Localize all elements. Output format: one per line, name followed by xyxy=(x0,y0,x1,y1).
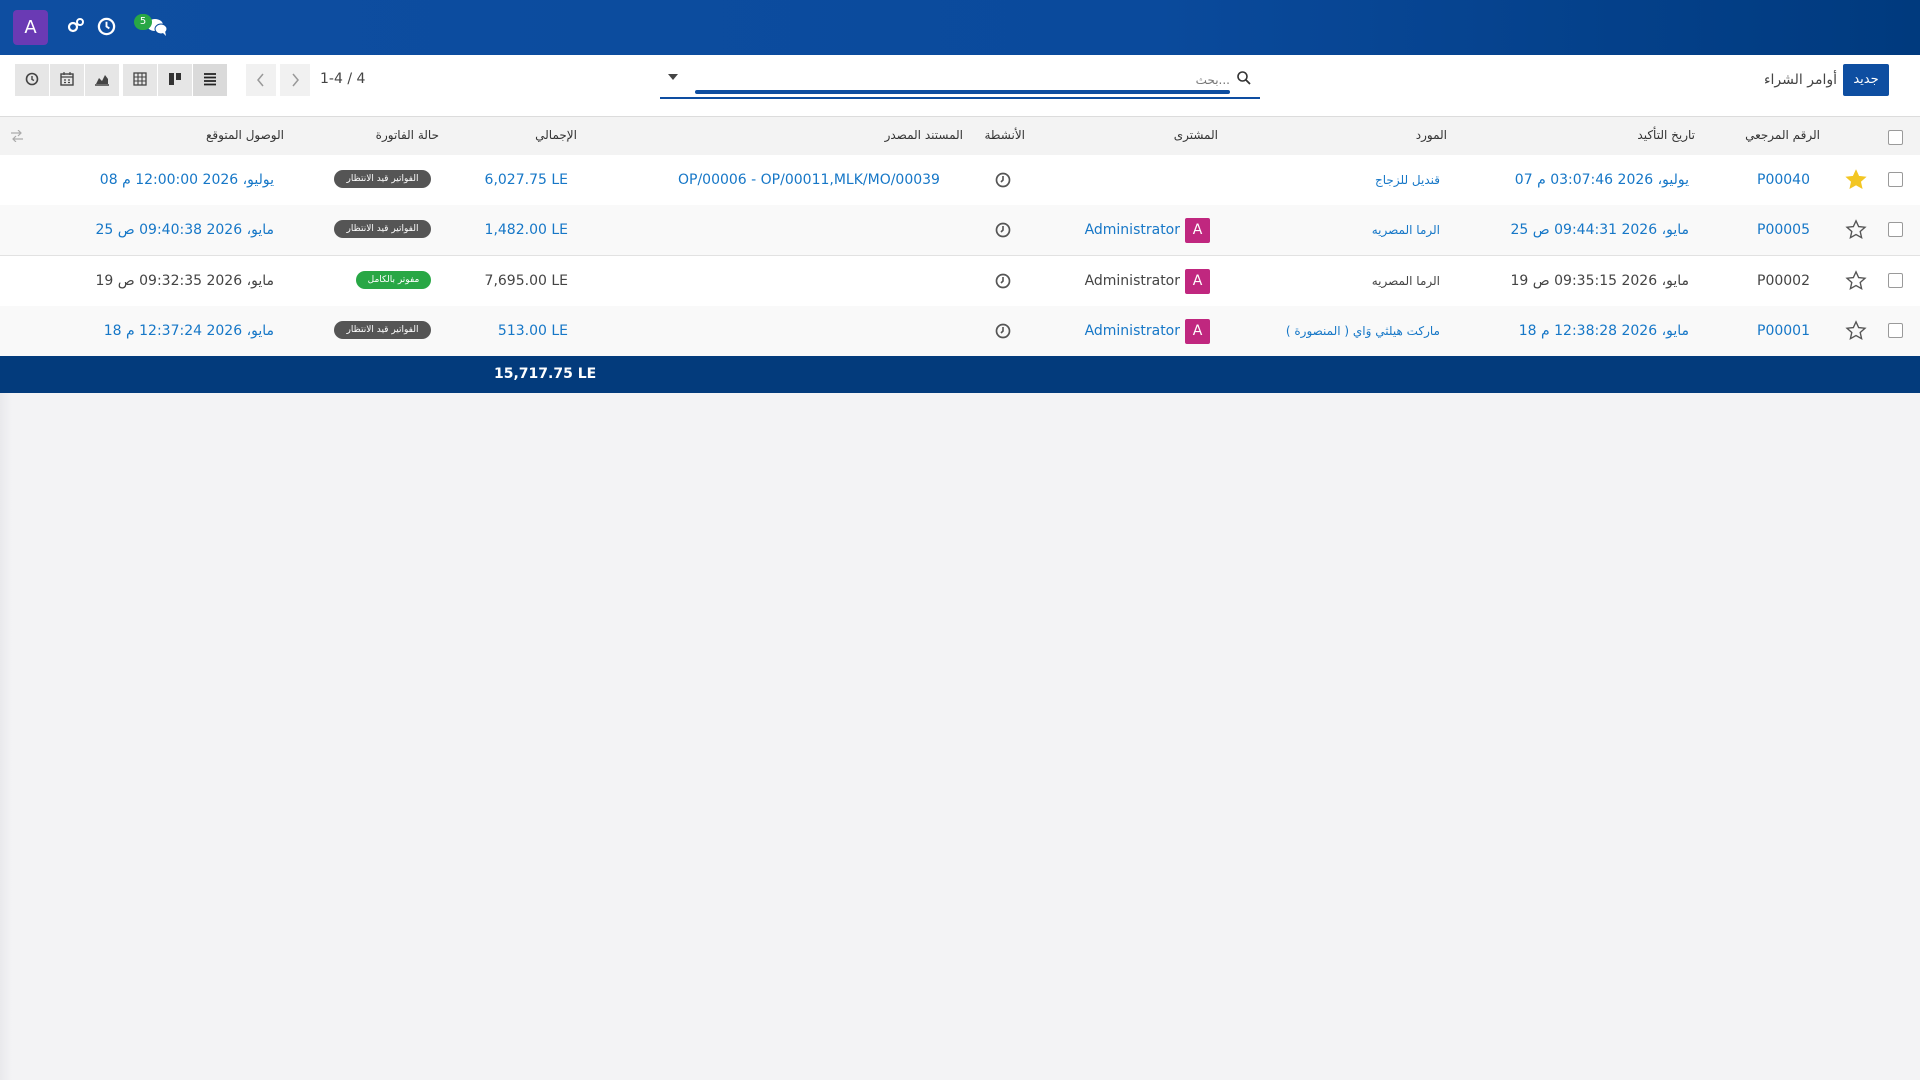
star-outline-icon[interactable] xyxy=(1845,219,1867,241)
pager-previous-button[interactable] xyxy=(246,64,276,96)
chevron-right-icon xyxy=(292,73,299,87)
graph-view-button[interactable] xyxy=(85,64,119,96)
cell-buyer: Administrator xyxy=(1084,222,1180,238)
graph-view-icon xyxy=(95,75,109,86)
search-facet-bar xyxy=(695,90,1230,94)
cell-expected-arrival: 19 مايو، 2026 09:32:35 ص xyxy=(95,273,274,289)
cell-buyer: Administrator xyxy=(1084,323,1180,339)
chevron-left-icon xyxy=(257,73,264,87)
header-confirm-date[interactable]: تاريخ التأكيد xyxy=(1637,128,1695,142)
header-source[interactable]: المستند المصدر xyxy=(885,128,963,142)
cell-total: 6,027.75 LE xyxy=(484,172,568,188)
filter-dropdown-toggle[interactable] xyxy=(668,74,678,80)
table-footer: 15,717.75 LE xyxy=(0,356,1920,393)
breadcrumb: أوامر الشراء xyxy=(1763,72,1837,88)
list-view-button[interactable] xyxy=(193,64,227,96)
messages-count-badge: 5 xyxy=(134,14,152,30)
cell-buyer: Administrator xyxy=(1084,273,1180,289)
cell-ref: P00040 xyxy=(1757,172,1810,188)
cell-vendor: ماركت هيلثي وَاي ( المنصورة ) xyxy=(1285,324,1440,338)
star-filled-icon[interactable] xyxy=(1845,169,1867,191)
top-navbar: A 5 xyxy=(0,0,1920,55)
status-badge: الفواتير قيد الانتظار xyxy=(334,170,431,188)
header-ref[interactable]: الرقم المرجعي xyxy=(1745,128,1820,142)
activity-clock-icon[interactable] xyxy=(994,221,1012,239)
select-all-checkbox[interactable] xyxy=(1888,130,1903,145)
status-badge: الفواتير قيد الانتظار xyxy=(334,321,431,339)
cell-confirm-date: 19 مايو، 2026 09:35:15 ص xyxy=(1510,273,1689,289)
table-row[interactable]: P00002 19 مايو، 2026 09:35:15 ص الرما المص… xyxy=(0,256,1920,307)
cell-confirm-date: 25 مايو، 2026 09:44:31 ص xyxy=(1510,222,1689,238)
settings-icon[interactable] xyxy=(67,17,85,40)
new-button[interactable]: جديد xyxy=(1843,64,1889,96)
cell-total: 7,695.00 LE xyxy=(484,273,568,289)
user-avatar[interactable]: A xyxy=(13,10,48,45)
status-badge: مفوتر بالكامل xyxy=(356,271,431,289)
list-view-icon xyxy=(204,73,216,86)
clock-icon[interactable] xyxy=(97,17,116,41)
row-checkbox[interactable] xyxy=(1888,323,1903,338)
cell-source: OP/00006 - OP/00011,MLK/MO/00039 xyxy=(678,172,940,188)
cell-expected-arrival: 25 مايو، 2026 09:40:38 ص xyxy=(95,222,274,238)
cell-ref: P00002 xyxy=(1757,273,1810,289)
search-icon xyxy=(1237,71,1251,85)
star-outline-icon[interactable] xyxy=(1845,320,1867,342)
footer-total: 15,717.75 LE xyxy=(494,366,597,382)
star-outline-icon[interactable] xyxy=(1845,270,1867,292)
search-box xyxy=(660,67,1260,99)
table-header: الرقم المرجعي تاريخ التأكيد المورد المشت… xyxy=(0,117,1920,156)
cell-vendor: قنديل للزجاج xyxy=(1375,173,1440,187)
buyer-avatar: A xyxy=(1185,269,1210,294)
pager-value[interactable]: 1-4 / 4 xyxy=(320,71,365,87)
cell-confirm-date: 07 يوليو، 2026 03:07:46 م xyxy=(1514,172,1689,188)
calendar-view-icon xyxy=(60,72,74,86)
left-edge-shadow xyxy=(0,393,12,1080)
header-buyer[interactable]: المشترى xyxy=(1174,128,1218,142)
pivot-view-icon xyxy=(133,72,147,86)
calendar-view-button[interactable] xyxy=(50,64,84,96)
cell-expected-arrival: 18 مايو، 2026 12:37:24 م xyxy=(103,323,274,339)
optional-columns-icon[interactable] xyxy=(10,130,24,142)
cell-expected-arrival: 08 يوليو، 2026 12:00:00 م xyxy=(99,172,274,188)
header-invoice-status[interactable]: حالة الفاتورة xyxy=(376,128,439,142)
activity-clock-icon[interactable] xyxy=(994,272,1012,290)
cell-vendor: الرما المصريه xyxy=(1371,223,1440,237)
status-badge: الفواتير قيد الانتظار xyxy=(334,220,431,238)
pager-next-button[interactable] xyxy=(280,64,310,96)
kanban-view-button[interactable] xyxy=(158,64,192,96)
control-panel: 1-4 / 4 أوامر الشراء جديد xyxy=(0,55,1920,117)
header-activities[interactable]: الأنشطة xyxy=(985,128,1026,142)
table-row[interactable]: P00040 07 يوليو، 2026 03:07:46 م قنديل للز… xyxy=(0,155,1920,206)
cell-confirm-date: 18 مايو، 2026 12:38:28 م xyxy=(1518,323,1689,339)
cell-ref: P00005 xyxy=(1757,222,1810,238)
activity-clock-icon[interactable] xyxy=(994,171,1012,189)
kanban-view-icon xyxy=(169,73,181,85)
table-row[interactable]: P00005 25 مايو، 2026 09:44:31 ص الرما المص… xyxy=(0,205,1920,256)
cell-vendor: الرما المصريه xyxy=(1371,274,1440,288)
row-checkbox[interactable] xyxy=(1888,222,1903,237)
cell-ref: P00001 xyxy=(1757,323,1810,339)
row-checkbox[interactable] xyxy=(1888,172,1903,187)
row-checkbox[interactable] xyxy=(1888,273,1903,288)
cell-total: 513.00 LE xyxy=(497,323,568,339)
search-input[interactable] xyxy=(696,69,1230,91)
buyer-avatar: A xyxy=(1185,319,1210,344)
activity-view-icon xyxy=(25,72,39,86)
activity-view-button[interactable] xyxy=(15,64,49,96)
activity-clock-icon[interactable] xyxy=(994,322,1012,340)
header-expected-arrival[interactable]: الوصول المتوقع xyxy=(206,128,284,142)
pivot-view-button[interactable] xyxy=(123,64,157,96)
cell-total: 1,482.00 LE xyxy=(484,222,568,238)
header-total[interactable]: الإجمالي xyxy=(535,128,577,142)
table-row[interactable]: P00001 18 مايو، 2026 12:38:28 م ماركت هيلث… xyxy=(0,306,1920,357)
buyer-avatar: A xyxy=(1185,218,1210,243)
header-vendor[interactable]: المورد xyxy=(1416,128,1447,142)
